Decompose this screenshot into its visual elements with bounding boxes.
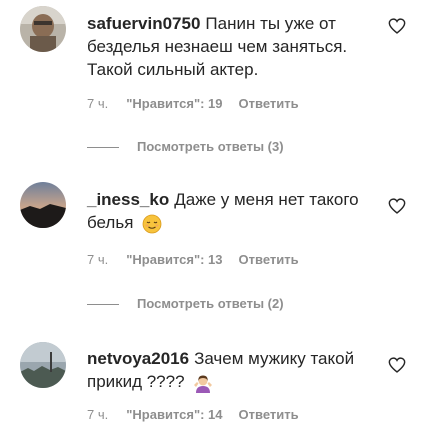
reply-button[interactable]: Ответить xyxy=(239,407,299,422)
view-replies-button[interactable]: Посмотреть ответы (3) xyxy=(87,138,284,156)
comment-text-block: netvoya2016 Зачем мужику такой прикид ???… xyxy=(87,347,377,393)
divider-line xyxy=(87,303,119,305)
comment-meta: 7 ч. "Нравится": 13 Ответить xyxy=(87,251,299,269)
comment-time: 7 ч. xyxy=(87,252,109,267)
comment-text-block: safuervin0750 Панин ты уже от безделья не… xyxy=(87,12,377,81)
avatar[interactable] xyxy=(20,6,66,52)
divider-line xyxy=(87,146,119,148)
relieved-face-emoji xyxy=(142,214,162,233)
comment-username[interactable]: netvoya2016 xyxy=(87,349,189,368)
comment-time: 7 ч. xyxy=(87,407,109,422)
reply-button[interactable]: Ответить xyxy=(239,252,299,267)
comment-likes[interactable]: "Нравится": 19 xyxy=(126,96,222,111)
comment-meta: 7 ч. "Нравится": 14 Ответить xyxy=(87,406,299,424)
comment-likes[interactable]: "Нравится": 13 xyxy=(126,252,222,267)
comment-text-block: _iness_ko Даже у меня нет такого белья xyxy=(87,188,377,234)
comment-meta: 7 ч. "Нравится": 19 Ответить xyxy=(87,95,299,113)
view-replies-label: Посмотреть ответы (2) xyxy=(137,296,284,311)
avatar[interactable] xyxy=(20,182,66,228)
heart-icon[interactable] xyxy=(388,357,406,373)
avatar[interactable] xyxy=(20,342,66,388)
view-replies-label: Посмотреть ответы (3) xyxy=(137,139,284,154)
comment-username[interactable]: _iness_ko xyxy=(87,190,169,209)
comment-username[interactable]: safuervin0750 xyxy=(87,14,200,33)
heart-icon[interactable] xyxy=(388,18,406,34)
reply-button[interactable]: Ответить xyxy=(239,96,299,111)
view-replies-button[interactable]: Посмотреть ответы (2) xyxy=(87,295,284,313)
comment-likes[interactable]: "Нравится": 14 xyxy=(126,407,222,422)
comment-time: 7 ч. xyxy=(87,96,109,111)
woman-shrugging-emoji xyxy=(194,375,213,393)
heart-icon[interactable] xyxy=(388,198,406,214)
